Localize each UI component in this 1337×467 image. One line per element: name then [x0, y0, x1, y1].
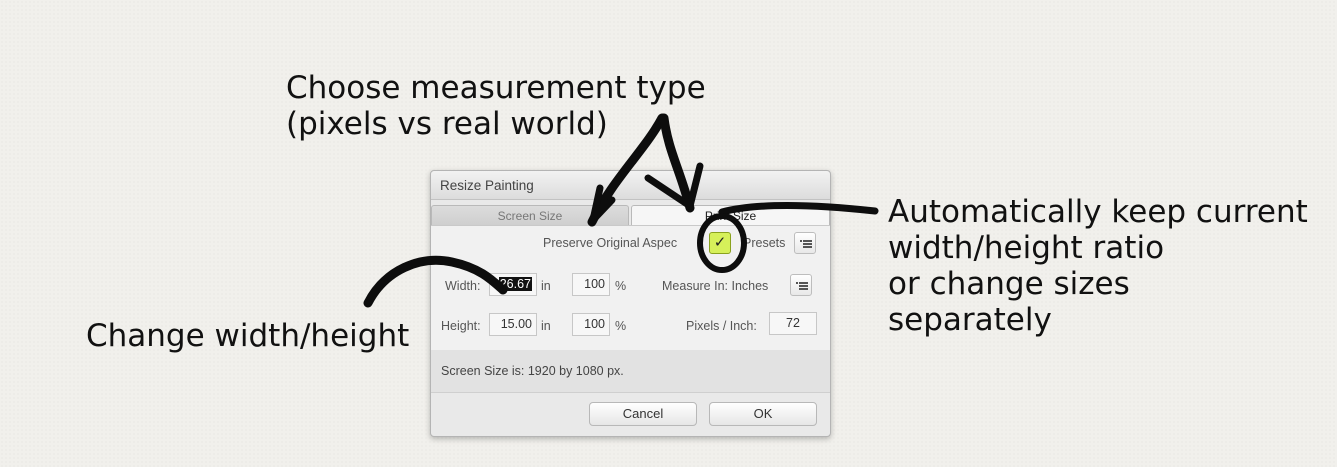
- width-value: 26.67: [498, 277, 532, 291]
- menu-icon: [800, 240, 812, 248]
- height-percent-field[interactable]: 100: [572, 313, 610, 336]
- ok-button[interactable]: OK: [709, 402, 817, 426]
- width-percent-field[interactable]: 100: [572, 273, 610, 296]
- pixels-per-inch-field[interactable]: 72: [769, 312, 817, 335]
- menu-icon: [796, 282, 808, 290]
- screen-size-info: Screen Size is: 1920 by 1080 px.: [441, 364, 624, 378]
- annotation-aspect-ratio: Automatically keep current width/height …: [888, 194, 1308, 338]
- preserve-aspect-checkbox[interactable]: ✓: [709, 232, 731, 254]
- preserve-aspect-label: Preserve Original Aspec: [543, 236, 678, 250]
- info-bar: Screen Size is: 1920 by 1080 px.: [431, 350, 830, 393]
- checkmark-icon: ✓: [713, 234, 727, 251]
- tab-print-size[interactable]: Print Size: [631, 205, 830, 225]
- presets-label: Presets: [743, 236, 786, 250]
- width-percent-sign: %: [615, 279, 627, 293]
- width-unit: in: [541, 279, 551, 293]
- height-field[interactable]: 15.00: [489, 313, 537, 336]
- height-percent-sign: %: [615, 319, 627, 333]
- measure-in-label: Measure In: Inches: [662, 279, 769, 293]
- height-label: Height:: [441, 319, 481, 333]
- cancel-button[interactable]: Cancel: [589, 402, 697, 426]
- width-field[interactable]: 26.67: [489, 273, 537, 296]
- annotation-change-size: Change width/height: [86, 318, 410, 354]
- tab-screen-size[interactable]: Screen Size: [431, 205, 629, 225]
- dialog-titlebar[interactable]: Resize Painting: [431, 171, 830, 200]
- annotation-measurement-type: Choose measurement type (pixels vs real …: [286, 70, 706, 142]
- dialog-title: Resize Painting: [440, 178, 534, 193]
- measure-in-menu-button[interactable]: [790, 274, 812, 296]
- pixels-per-inch-label: Pixels / Inch:: [686, 319, 757, 333]
- width-label: Width:: [445, 279, 481, 293]
- presets-menu-button[interactable]: [794, 232, 816, 254]
- resize-painting-dialog: Resize Painting Screen Size Print Size P…: [430, 170, 831, 437]
- height-unit: in: [541, 319, 551, 333]
